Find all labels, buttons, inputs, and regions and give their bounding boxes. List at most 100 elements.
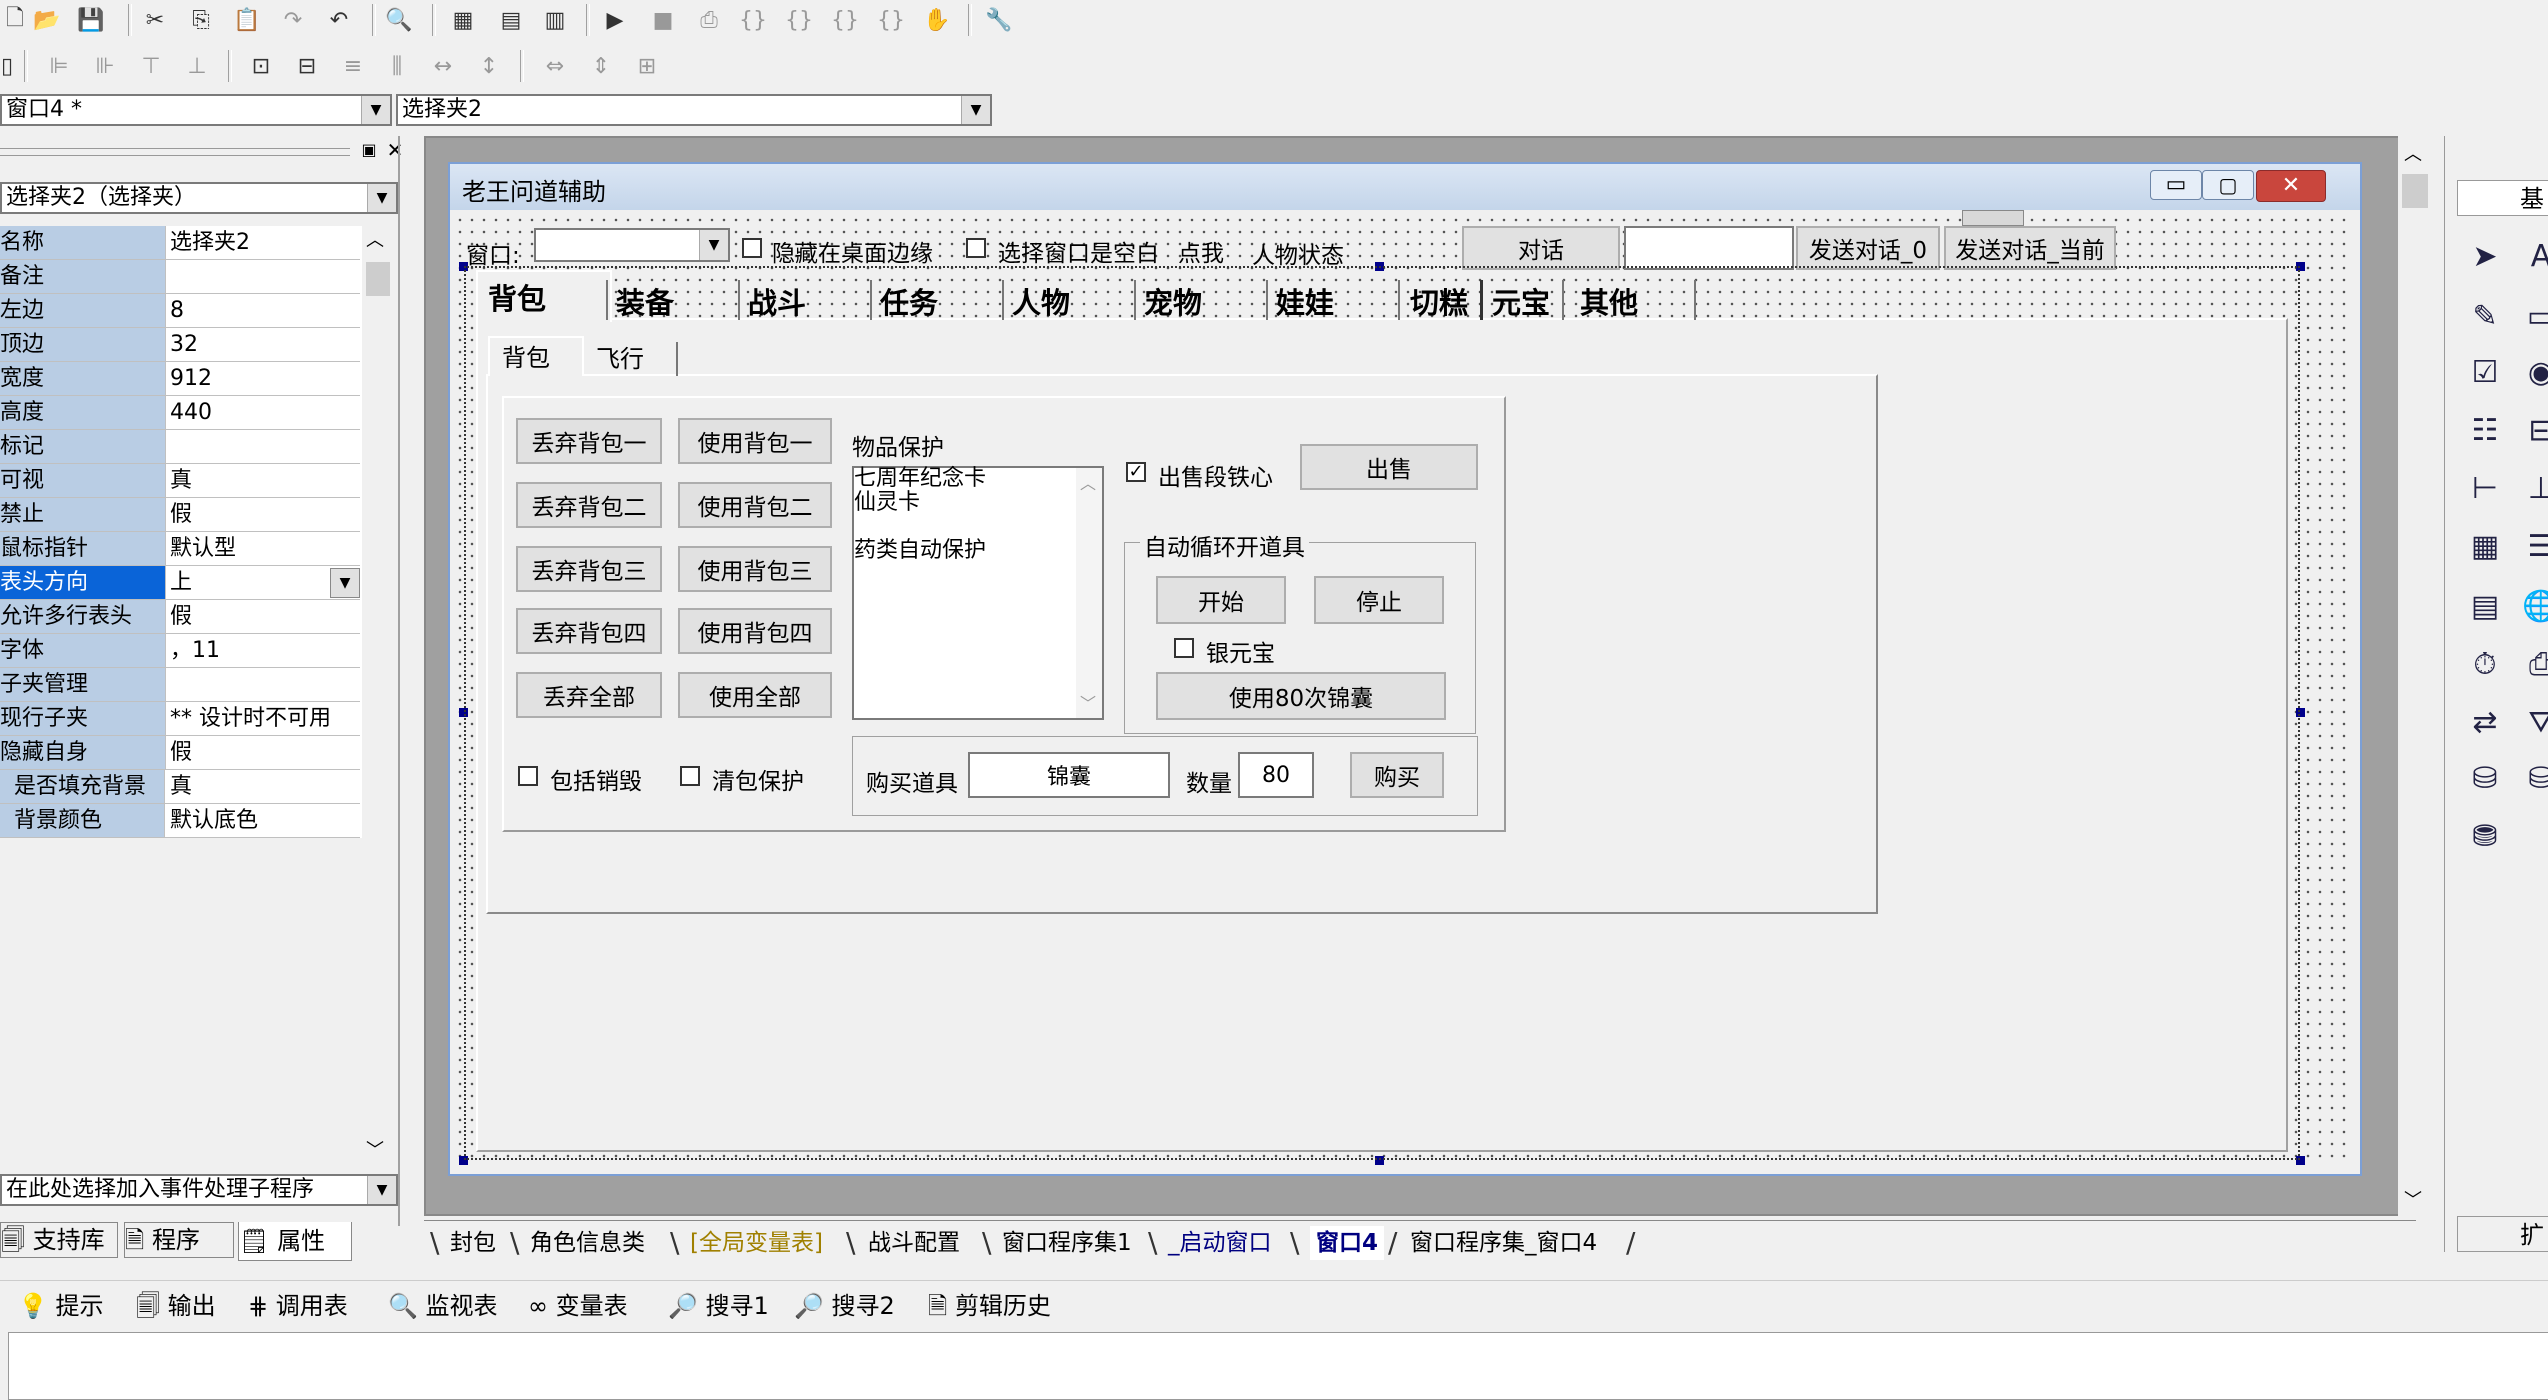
- include-destroy-checkbox[interactable]: [518, 766, 538, 786]
- list-scrollbar[interactable]: ︿ ﹀: [1076, 468, 1102, 718]
- property-value[interactable]: [170, 668, 358, 701]
- timer-icon[interactable]: ⏱: [2465, 644, 2505, 684]
- step-over-icon[interactable]: {}: [784, 6, 814, 34]
- pointer-icon[interactable]: ➤: [2465, 236, 2505, 276]
- align-left-icon[interactable]: ⊫: [44, 52, 74, 80]
- center-v-icon[interactable]: ⊟: [292, 52, 322, 80]
- undo-icon[interactable]: ↶: [324, 6, 354, 34]
- qty-input[interactable]: 80: [1238, 752, 1314, 798]
- scroll-thumb[interactable]: [366, 262, 390, 296]
- radio-icon[interactable]: ◉: [2521, 352, 2548, 392]
- vscroll-icon[interactable]: ⊥: [2521, 468, 2548, 508]
- panel-tab-support-lib[interactable]: 🗐 支持库: [0, 1222, 118, 1258]
- list-item[interactable]: 七周年纪念卡: [854, 468, 986, 490]
- chevron-down-icon[interactable]: ▼: [367, 184, 396, 212]
- panel-tab-properties[interactable]: 🗒 属性: [238, 1222, 352, 1261]
- use-bag-4-button[interactable]: 使用背包四: [678, 608, 832, 654]
- clear-protect-checkbox[interactable]: [680, 766, 700, 786]
- same-height-icon[interactable]: ⫼: [382, 52, 412, 80]
- property-value[interactable]: 假: [170, 498, 358, 531]
- protect-listbox[interactable]: 七周年纪念卡 仙灵卡 药类自动保护 ︿ ﹀: [852, 466, 1104, 720]
- scroll-down-icon[interactable]: ﹀: [1080, 690, 1096, 714]
- tool-search-2[interactable]: 🔎 搜寻2: [794, 1288, 895, 1324]
- hidden-control-marker[interactable]: [1962, 210, 2024, 226]
- new-icon[interactable]: 🗋: [0, 6, 30, 34]
- chevron-down-icon[interactable]: ▼: [361, 96, 390, 124]
- tool-search-1[interactable]: 🔎 搜寻1: [668, 1288, 769, 1324]
- redo-icon[interactable]: ↷: [278, 6, 308, 34]
- edit-icon[interactable]: ✎: [2465, 296, 2505, 336]
- step-into-icon[interactable]: {}: [738, 6, 768, 34]
- list-item[interactable]: 药类自动保护: [854, 540, 986, 562]
- property-value[interactable]: [170, 260, 358, 293]
- discard-bag-4-button[interactable]: 丢弃背包四: [516, 608, 662, 654]
- hscroll-icon[interactable]: ⊢: [2465, 468, 2505, 508]
- buy-item-input[interactable]: 锦囊: [968, 752, 1170, 798]
- click-me-label[interactable]: 点我: [1178, 234, 1224, 268]
- discard-bag-3-button[interactable]: 丢弃背包三: [516, 546, 662, 592]
- tool-tip[interactable]: 💡 提示: [18, 1288, 104, 1324]
- checkbox-icon[interactable]: ☑: [2465, 352, 2505, 392]
- layout2-icon[interactable]: ▤: [496, 6, 526, 34]
- center-h-icon[interactable]: ⊡: [246, 52, 276, 80]
- database-icon[interactable]: ⛁: [2465, 758, 2505, 798]
- fit-both-icon[interactable]: ⊞: [632, 52, 662, 80]
- selection-handle[interactable]: [459, 1156, 468, 1165]
- output-pane[interactable]: [8, 1332, 2548, 1400]
- property-row[interactable]: 现行子夹 ** 设计时不可用: [0, 702, 360, 736]
- use-bag-1-button[interactable]: 使用背包一: [678, 418, 832, 464]
- property-row[interactable]: 标记: [0, 430, 360, 464]
- start-button[interactable]: 开始: [1156, 576, 1286, 624]
- align-right-icon[interactable]: ⊪: [90, 52, 120, 80]
- scroll-thumb[interactable]: [2402, 174, 2428, 208]
- list-item[interactable]: 仙灵卡: [854, 492, 920, 514]
- property-row[interactable]: 隐藏自身假: [0, 736, 360, 770]
- find-icon[interactable]: 🔍: [384, 6, 414, 34]
- property-row[interactable]: 名称 选择夹2: [0, 226, 360, 260]
- use-bag-2-button[interactable]: 使用背包二: [678, 482, 832, 528]
- scroll-down-icon[interactable]: ﹀: [366, 1136, 384, 1162]
- step-icon[interactable]: ⎙: [694, 6, 724, 34]
- hide-edge-checkbox[interactable]: [742, 238, 762, 258]
- control-selector[interactable]: 选择夹2 ▼: [396, 94, 992, 126]
- sub-tab-bag[interactable]: 背包: [488, 336, 584, 376]
- property-value[interactable]: 912: [170, 362, 358, 395]
- select-blank-checkbox[interactable]: [966, 238, 986, 258]
- discard-bag-2-button[interactable]: 丢弃背包二: [516, 482, 662, 528]
- sub-tab-fly[interactable]: 飞行: [588, 342, 678, 376]
- scroll-down-icon[interactable]: ﹀: [2404, 1186, 2422, 1212]
- combo-icon[interactable]: ⊟: [2521, 410, 2548, 450]
- selection-handle[interactable]: [1375, 1156, 1384, 1165]
- paste-icon[interactable]: 📋: [232, 6, 262, 34]
- tool-variables[interactable]: ∞ 变量表: [528, 1288, 628, 1324]
- run-to-icon[interactable]: {}: [876, 6, 906, 34]
- database2-icon[interactable]: ⛁: [2521, 758, 2548, 798]
- tool-watch[interactable]: 🔍 监视表: [388, 1288, 498, 1324]
- selection-handle[interactable]: [459, 262, 468, 271]
- listbox-icon[interactable]: ☷: [2465, 410, 2505, 450]
- close-icon[interactable]: ✕: [384, 138, 406, 162]
- property-value[interactable]: 假: [170, 736, 358, 769]
- property-value[interactable]: 假: [170, 600, 358, 633]
- use-80-button[interactable]: 使用80次锦囊: [1156, 672, 1446, 720]
- buy-button[interactable]: 购买: [1350, 752, 1444, 798]
- tool-output[interactable]: 🗐 输出: [136, 1288, 216, 1324]
- property-row[interactable]: 高度 440: [0, 396, 360, 430]
- selection-handle[interactable]: [1375, 262, 1384, 271]
- network-icon[interactable]: ⇄: [2465, 702, 2505, 742]
- panel-tab-program[interactable]: 🗎 程序: [124, 1222, 234, 1258]
- calendar-icon[interactable]: ▦: [2465, 526, 2505, 566]
- chevron-down-icon[interactable]: ▼: [961, 96, 990, 124]
- cut-icon[interactable]: ✂: [140, 6, 170, 34]
- run-icon[interactable]: ▶: [600, 6, 630, 34]
- hand-icon[interactable]: ✋: [922, 6, 952, 34]
- property-row[interactable]: 是否填充背景真: [0, 770, 360, 804]
- printer-icon[interactable]: ⎙: [2521, 644, 2548, 684]
- step-out-icon[interactable]: {}: [830, 6, 860, 34]
- globe-icon[interactable]: 🌐: [2521, 586, 2548, 626]
- property-value[interactable]: 选择夹2: [170, 226, 358, 259]
- copy-icon[interactable]: ⎘: [186, 6, 216, 34]
- property-row[interactable]: 子夹管理: [0, 668, 360, 702]
- tools-icon[interactable]: 🔧: [984, 6, 1014, 34]
- property-row[interactable]: 允许多行表头假: [0, 600, 360, 634]
